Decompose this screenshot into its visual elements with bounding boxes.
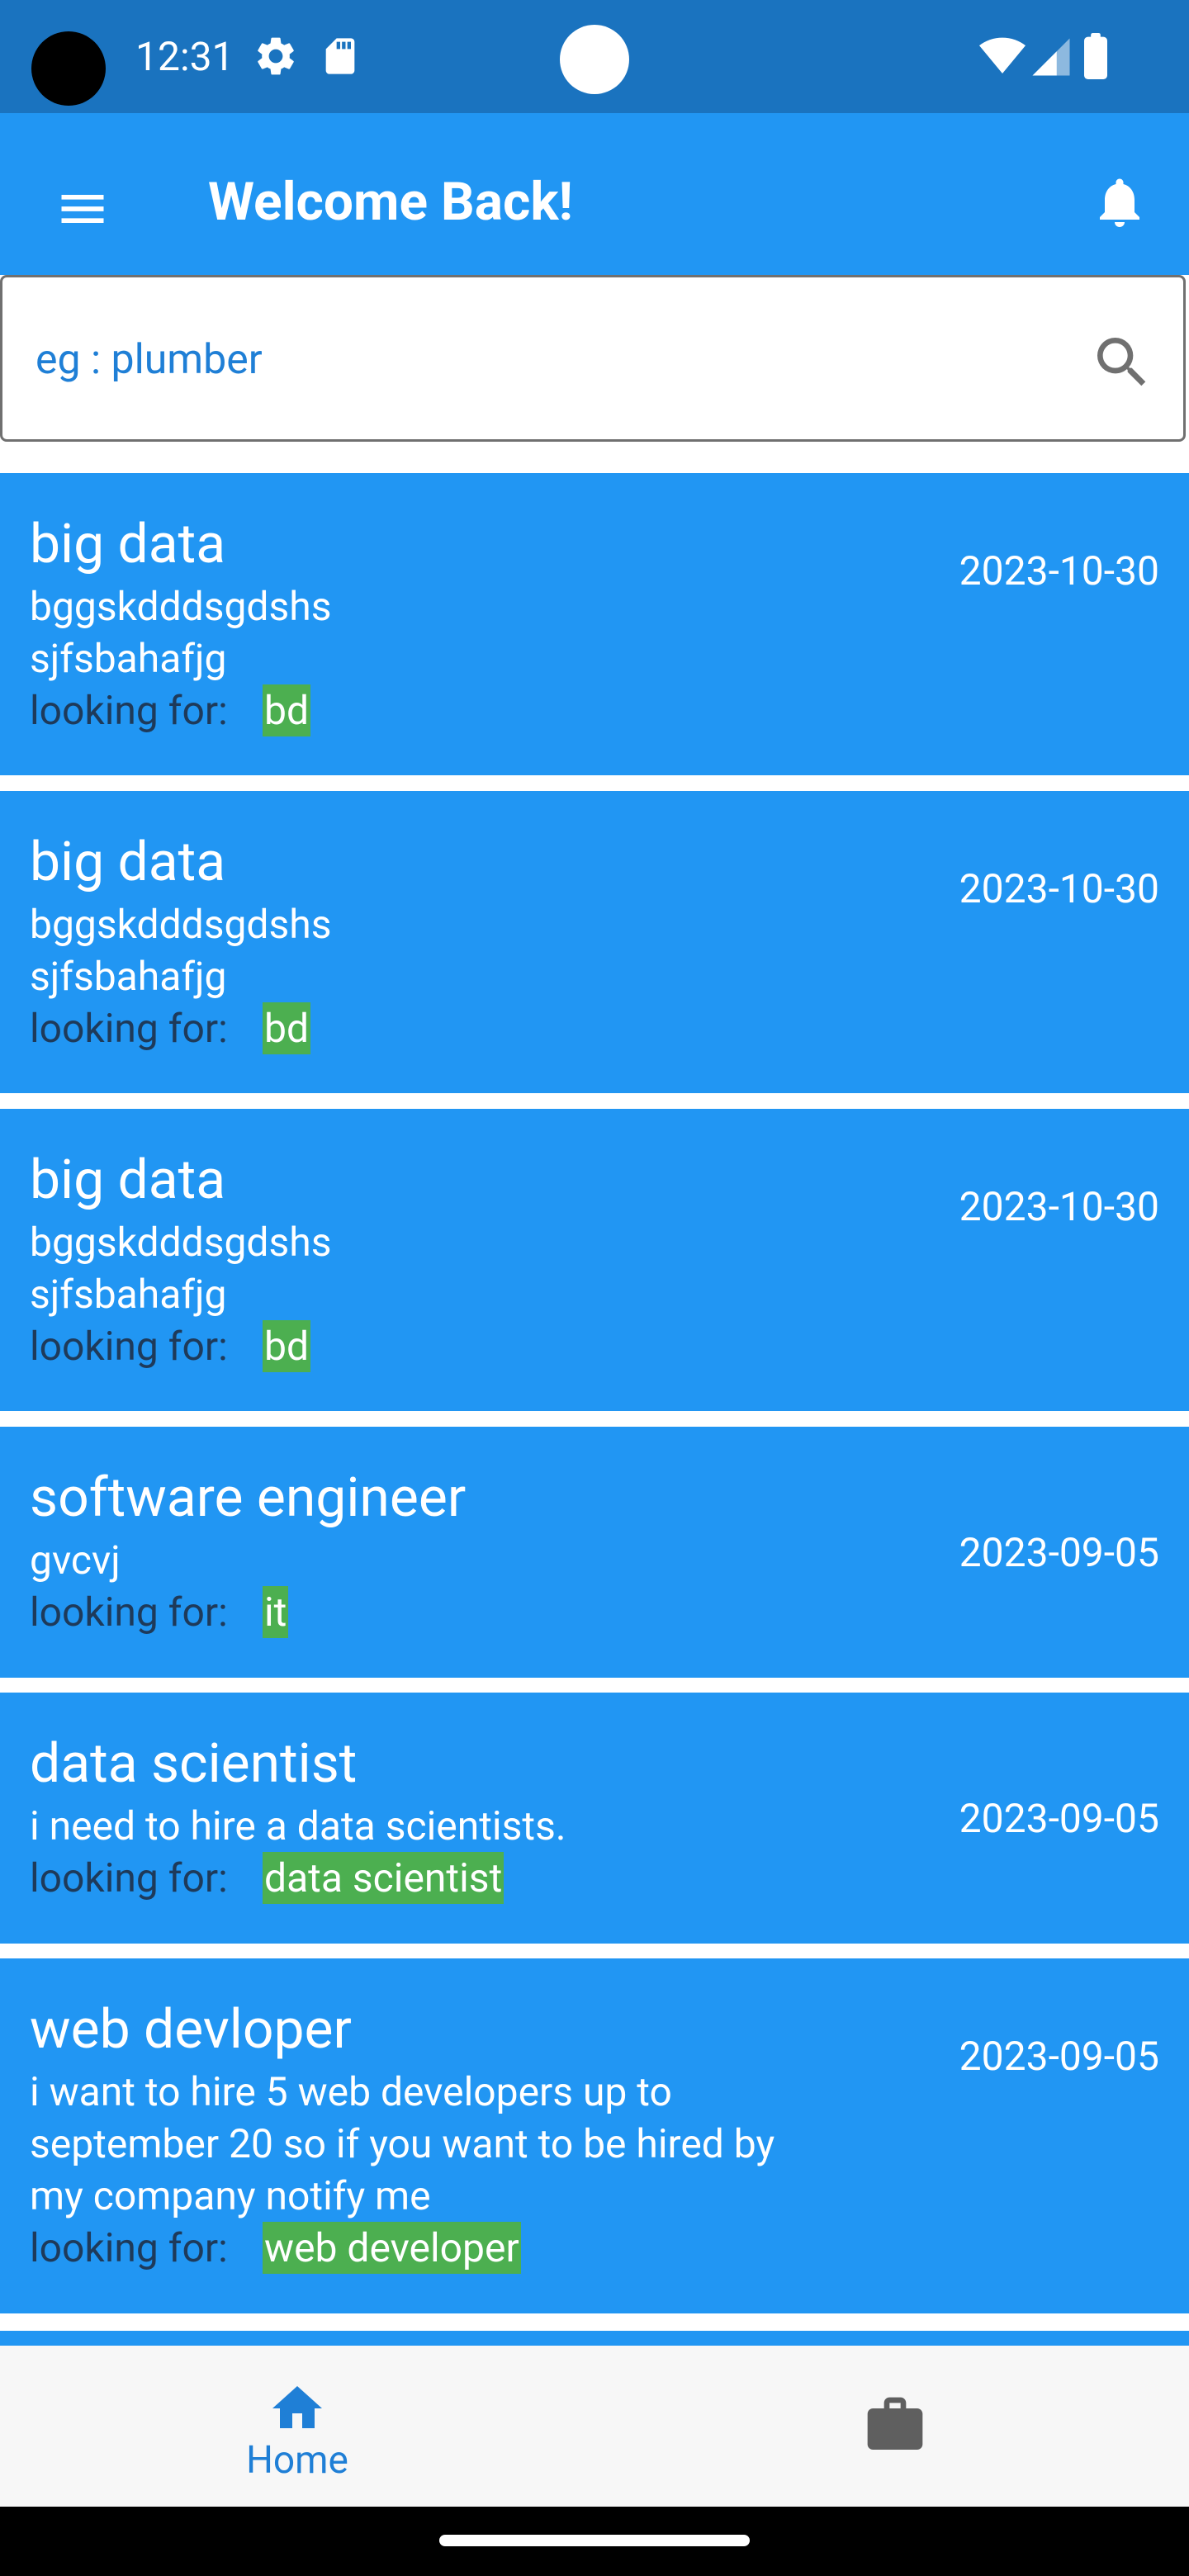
job-description-line: i want to hire 5 web developers up to [30, 2068, 672, 2115]
bell-icon[interactable] [1073, 156, 1166, 249]
job-title: big data [30, 831, 226, 894]
search-icon[interactable] [1089, 329, 1155, 395]
job-title: web devloper [30, 1998, 352, 2062]
job-card[interactable]: software engineer gvcvj looking for: it … [0, 1427, 1189, 1678]
job-tag: bd [263, 1320, 311, 1372]
job-description-line: sjfsbahafjg [30, 635, 227, 682]
job-card[interactable]: big data bggskdddsgdshs sjfsbahafjg look… [0, 1109, 1189, 1411]
menu-icon[interactable] [36, 163, 129, 255]
search-input[interactable] [36, 302, 1026, 418]
page-title: Welcome Back! [208, 171, 573, 233]
job-description-line: bggskdddsgdshs [30, 1219, 332, 1266]
job-description: gvcvj [30, 1534, 872, 1586]
job-date: 2023-10-30 [959, 547, 1159, 594]
job-date: 2023-09-05 [959, 1529, 1159, 1576]
center-indicator [560, 25, 629, 94]
gesture-handle[interactable] [439, 2535, 750, 2546]
job-title: software engineer [30, 1466, 467, 1530]
looking-for-label: looking for: [30, 1854, 228, 1901]
nav-item-work[interactable] [793, 2346, 991, 2507]
nav-item-home[interactable]: Home [198, 2346, 396, 2507]
job-tag: data scientist [263, 1852, 504, 1904]
looking-for-label: looking for: [30, 1589, 228, 1636]
job-date: 2023-09-05 [959, 2033, 1159, 2080]
job-tag: bd [263, 1002, 311, 1054]
briefcase-icon [867, 2397, 923, 2450]
job-description-line: my company notify me [30, 2172, 431, 2219]
bottom-navigation: Home [0, 2346, 1189, 2507]
job-description: i need to hire a data scientists. [30, 1800, 872, 1852]
camera-cutout [31, 31, 106, 106]
search-box [0, 275, 1186, 442]
job-description-line: i need to hire a data scientists. [30, 1802, 566, 1849]
job-tag: web developer [263, 2222, 521, 2274]
looking-for-label: looking for: [30, 1323, 228, 1370]
job-description-line: bggskdddsgdshs [30, 901, 332, 948]
home-icon [272, 2386, 322, 2428]
app-bar: Welcome Back! [0, 113, 1189, 275]
looking-for-label: looking for: [30, 1005, 228, 1052]
job-date: 2023-10-30 [959, 865, 1159, 912]
sd-card-icon [325, 38, 355, 74]
next-job-card-edge [0, 2331, 1189, 2346]
job-tag: it [263, 1586, 289, 1638]
job-tag: bd [263, 684, 311, 736]
status-bar: 12:31 [0, 0, 1189, 113]
job-title: data scientist [30, 1732, 358, 1796]
system-navigation-bar [0, 2507, 1189, 2576]
job-card[interactable]: web devloper i want to hire 5 web develo… [0, 1958, 1189, 2313]
settings-icon [258, 37, 294, 75]
wifi-icon [979, 37, 1026, 73]
job-title: big data [30, 1148, 226, 1212]
job-date: 2023-10-30 [959, 1183, 1159, 1230]
job-card[interactable]: big data bggskdddsgdshs sjfsbahafjg look… [0, 791, 1189, 1093]
job-title: big data [30, 513, 226, 576]
job-description: bggskdddsgdshs sjfsbahafjg [30, 898, 872, 1002]
looking-for-label: looking for: [30, 2224, 228, 2271]
job-description: i want to hire 5 web developers up to se… [30, 2066, 872, 2222]
status-time: 12:31 [135, 33, 234, 80]
job-description-line: bggskdddsgdshs [30, 583, 332, 630]
job-date: 2023-09-05 [959, 1795, 1159, 1842]
job-description-line: sjfsbahafjg [30, 953, 227, 1000]
job-card[interactable]: data scientist i need to hire a data sci… [0, 1693, 1189, 1944]
job-card[interactable]: big data bggskdddsgdshs sjfsbahafjg look… [0, 473, 1189, 775]
job-description-line: september 20 so if you want to be hired … [30, 2120, 775, 2167]
signal-icon [1032, 38, 1070, 76]
job-description: bggskdddsgdshs sjfsbahafjg [30, 1216, 872, 1320]
battery-icon [1084, 33, 1107, 79]
nav-item-label: Home [246, 2438, 348, 2483]
looking-for-label: looking for: [30, 687, 228, 734]
job-description: bggskdddsgdshs sjfsbahafjg [30, 580, 872, 684]
job-description-line: sjfsbahafjg [30, 1271, 227, 1318]
job-description-line: gvcvj [30, 1537, 121, 1584]
